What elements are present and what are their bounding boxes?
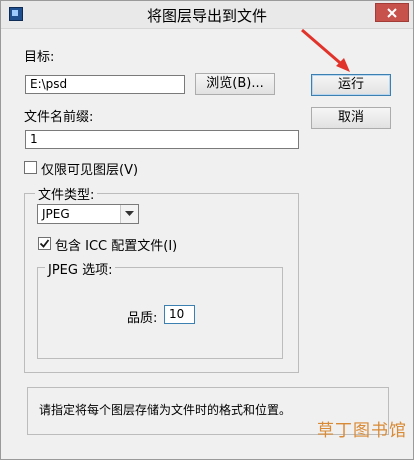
- target-path-input[interactable]: E:\psd: [25, 75, 185, 94]
- browse-button[interactable]: 浏览(B)...: [195, 73, 275, 95]
- visible-only-checkbox[interactable]: [24, 161, 37, 174]
- close-icon: [387, 7, 397, 18]
- close-button[interactable]: [375, 3, 409, 22]
- chevron-down-icon: [120, 205, 138, 223]
- red-arrow-annotation: [301, 28, 350, 72]
- title-bar: 将图层导出到文件: [1, 1, 413, 29]
- window-title: 将图层导出到文件: [146, 7, 267, 25]
- jpeg-options-group: [37, 267, 283, 359]
- prefix-label: 文件名前缀:: [24, 110, 94, 125]
- description-text: 请指定将每个图层存储为文件时的格式和位置。: [39, 403, 292, 417]
- file-type-select[interactable]: JPEG: [37, 204, 139, 224]
- icc-profile-checkbox[interactable]: [38, 237, 51, 250]
- prefix-input[interactable]: 1: [25, 130, 299, 149]
- watermark-text: 草丁图书馆: [317, 421, 407, 441]
- quality-label: 品质:: [127, 311, 158, 326]
- run-button[interactable]: 运行: [311, 74, 391, 96]
- target-label: 目标:: [24, 50, 55, 65]
- icc-profile-label: 包含 ICC 配置文件(I): [55, 239, 178, 254]
- jpeg-options-group-title: JPEG 选项:: [45, 259, 116, 278]
- checkmark-icon: [39, 239, 50, 248]
- visible-only-label: 仅限可见图层(V): [41, 163, 139, 178]
- cancel-button[interactable]: 取消: [311, 107, 391, 129]
- quality-input[interactable]: 10: [164, 305, 195, 324]
- file-type-value: JPEG: [42, 207, 70, 221]
- file-type-group-title: 文件类型:: [35, 184, 98, 203]
- export-layers-dialog: 将图层导出到文件 目标: E:\psd 浏览(B)... 文件名前缀: 1 仅限…: [0, 0, 414, 460]
